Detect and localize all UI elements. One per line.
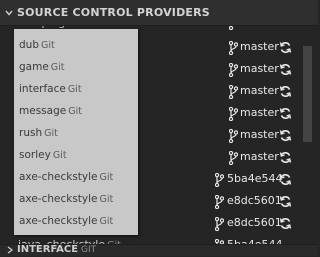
section-title: SOURCE CONTROL PROVIDERS (17, 6, 210, 19)
chevron-down-icon[interactable] (4, 8, 14, 18)
sync-icon[interactable] (279, 195, 292, 208)
section-header[interactable]: SOURCE CONTROL PROVIDERS (0, 0, 318, 26)
interface-section-header[interactable]: INTERFACE GIT (0, 244, 318, 256)
sync-icon[interactable] (279, 41, 292, 54)
chevron-right-icon[interactable] (6, 246, 14, 254)
branch-name: 5ba4e544 (227, 172, 283, 185)
branch-name: e8dc5601 (227, 194, 282, 207)
sync-icon[interactable] (279, 173, 292, 186)
branch-name: master (240, 128, 279, 141)
git-branch-icon (229, 151, 238, 165)
git-branch-icon (215, 217, 224, 231)
sync-icon[interactable] (279, 85, 292, 98)
git-branch-icon (215, 195, 224, 209)
redaction-overlay: dub Git game Git interface Git message Git r… (14, 29, 138, 235)
source-control-providers-panel: campaignGit master master master (0, 0, 318, 256)
branch-name: master (240, 62, 279, 75)
git-branch-icon (229, 107, 238, 121)
overlay-item: rush Git (19, 127, 58, 139)
overlay-item: dub Git (19, 39, 55, 51)
branch-name: master (240, 40, 279, 53)
sync-icon[interactable] (279, 151, 292, 164)
interface-section-title: INTERFACE GIT (17, 244, 97, 255)
overlay-item: axe-checkstyle Git (19, 215, 114, 227)
overlay-item: interface Git (19, 83, 82, 95)
git-branch-icon (229, 41, 238, 55)
sync-icon[interactable] (279, 107, 292, 120)
git-branch-icon (229, 129, 238, 143)
sync-icon[interactable] (279, 217, 292, 230)
scrollbar-thumb[interactable] (303, 46, 312, 142)
sync-icon[interactable] (279, 63, 292, 76)
branch-name: master (240, 106, 279, 119)
git-branch-icon (229, 63, 238, 77)
branch-name: e8dc5601 (227, 216, 282, 229)
overlay-item: axe-checkstyle Git (19, 193, 114, 205)
overlay-item: game Git (19, 61, 65, 73)
overlay-item: sorley Git (19, 149, 67, 161)
branch-name: master (240, 150, 279, 163)
git-branch-icon (229, 85, 238, 99)
branch-name: master (240, 84, 279, 97)
overlay-item: message Git (19, 105, 82, 117)
overlay-item: axe-checkstyle Git (19, 171, 114, 183)
git-branch-icon (215, 173, 224, 187)
sync-icon[interactable] (279, 129, 292, 142)
